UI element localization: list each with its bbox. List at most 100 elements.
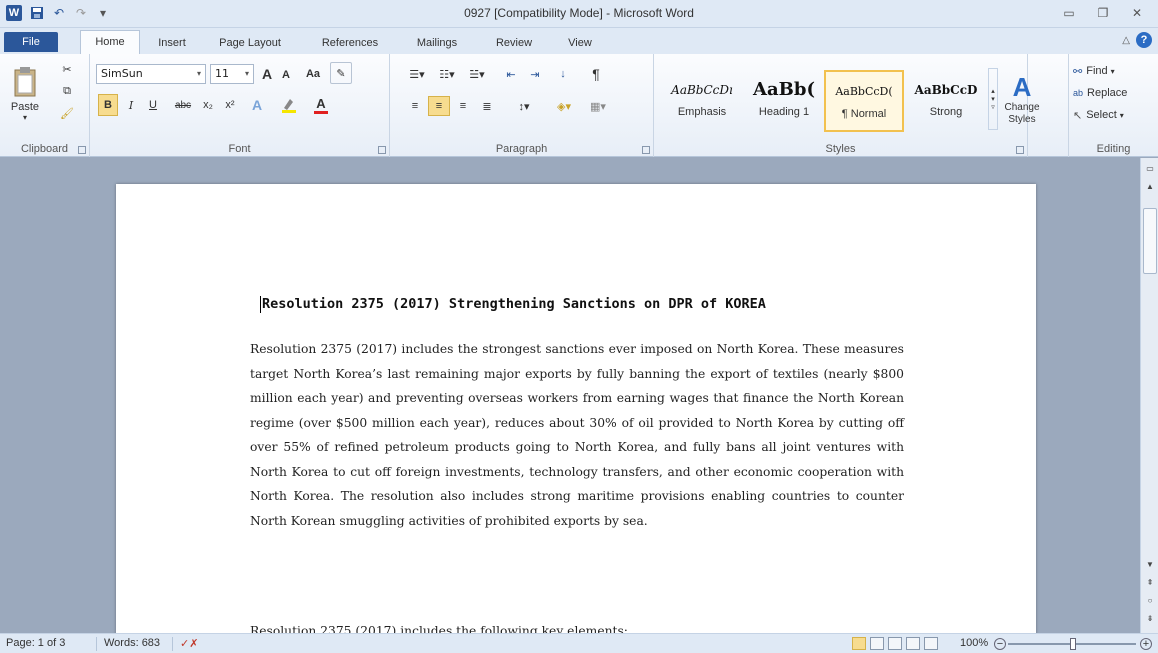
tab-view[interactable]: View (560, 34, 600, 54)
format-painter-icon[interactable]: 🖌 (56, 104, 78, 122)
tab-insert[interactable]: Insert (150, 34, 194, 54)
document-area[interactable]: Resolution 2375 (2017) Strengthening San… (0, 158, 1140, 633)
scroll-thumb[interactable] (1143, 208, 1157, 274)
sort-icon[interactable]: ↓ (552, 64, 574, 84)
zoom-level[interactable]: 100% (960, 637, 988, 649)
print-layout-view-icon[interactable] (852, 637, 866, 650)
zoom-in-button[interactable]: + (1140, 638, 1152, 650)
shrink-font-button[interactable]: A (278, 66, 294, 84)
document-page[interactable]: Resolution 2375 (2017) Strengthening San… (116, 184, 1036, 633)
replace-button[interactable]: ab Replace (1073, 84, 1153, 102)
title-bar: W ↶ ↷ ▾ 0927 [Compatibility Mode] - Micr… (0, 0, 1158, 28)
select-cursor-icon: ↖ (1073, 109, 1083, 122)
word-count[interactable]: Words: 683 (104, 637, 160, 649)
window-title: 0927 [Compatibility Mode] - Microsoft Wo… (464, 6, 694, 20)
tab-review[interactable]: Review (490, 34, 538, 54)
shading-icon[interactable]: ◈▾ (548, 96, 580, 116)
paragraph-group: ☰▾ ☷▾ ☱▾ ⇤ ⇥ ↓ ¶ ≡ ≡ ≡ ≣ ↕▾ ◈▾ ▦▾ Paragr… (390, 54, 654, 157)
help-icon[interactable]: ? (1136, 32, 1152, 48)
zoom-slider-thumb[interactable] (1070, 638, 1076, 650)
web-layout-view-icon[interactable] (888, 637, 902, 650)
replace-icon: ab (1073, 88, 1084, 98)
cut-icon[interactable]: ✂ (56, 60, 78, 78)
borders-icon[interactable]: ▦▾ (584, 96, 612, 116)
editing-group: ⚯ Find ▾ ab Replace ↖ Select ▾ Editing (1068, 54, 1158, 157)
underline-button[interactable]: U (144, 94, 162, 116)
change-styles-icon: A (1012, 72, 1032, 102)
clipboard-group: Paste ▾ ✂ ⧉ 🖌 Clipboard (0, 54, 90, 157)
paste-icon (14, 66, 36, 96)
multilevel-list-icon[interactable]: ☱▾ (464, 64, 490, 84)
styles-scroll-buttons[interactable]: ▴ ▾ ▿ (988, 68, 998, 130)
bold-button[interactable]: B (98, 94, 118, 116)
style-heading-1[interactable]: AaBb( Heading 1 (744, 70, 824, 132)
document-paragraph-2[interactable]: Resolution 2375 (2017) includes the foll… (250, 624, 904, 633)
justify-icon[interactable]: ≣ (476, 96, 498, 116)
paste-button[interactable]: Paste ▾ (6, 64, 44, 124)
binoculars-icon: ⚯ (1073, 65, 1083, 78)
restore-button[interactable]: ❐ (1090, 4, 1116, 22)
clipboard-launcher-icon[interactable] (78, 146, 86, 154)
numbering-icon[interactable]: ☷▾ (434, 64, 460, 84)
align-center-icon[interactable]: ≡ (428, 96, 450, 116)
font-name-combo[interactable]: SimSun ▾ (96, 64, 206, 84)
paragraph-launcher-icon[interactable] (642, 146, 650, 154)
style-normal[interactable]: AaBbCcD( ¶ Normal (824, 70, 904, 132)
clear-formatting-icon[interactable]: ✎ (330, 62, 352, 84)
browse-object-icon[interactable]: ○ (1141, 594, 1158, 608)
ruler-toggle-icon[interactable]: ▭ (1141, 162, 1158, 176)
editing-group-label: Editing (1096, 143, 1131, 155)
font-color-icon[interactable]: A (308, 94, 334, 116)
change-styles-button[interactable]: A Change Styles (1002, 60, 1042, 138)
next-page-icon[interactable]: ⇟ (1141, 612, 1158, 626)
select-button[interactable]: ↖ Select ▾ (1073, 106, 1153, 124)
ribbon-tabs: File Home Insert Page Layout References … (0, 28, 1158, 54)
page-count[interactable]: Page: 1 of 3 (6, 637, 65, 649)
copy-icon[interactable]: ⧉ (56, 82, 78, 100)
ribbon: Paste ▾ ✂ ⧉ 🖌 Clipboard SimSun ▾ 11 ▾ A A … (0, 54, 1158, 157)
tab-home[interactable]: Home (80, 30, 140, 54)
font-launcher-icon[interactable] (378, 146, 386, 154)
show-formatting-button[interactable]: ¶ (586, 64, 606, 84)
align-left-icon[interactable]: ≡ (404, 96, 426, 116)
change-case-button[interactable]: Aa (300, 64, 326, 84)
document-paragraph[interactable]: Resolution 2375 (2017) includes the stro… (250, 337, 904, 533)
full-screen-reading-view-icon[interactable] (870, 637, 884, 650)
vertical-scrollbar[interactable]: ▭ ▲ ▼ ⇞ ○ ⇟ (1140, 158, 1158, 633)
strikethrough-button[interactable]: abc (170, 94, 196, 116)
find-button[interactable]: ⚯ Find ▾ (1073, 62, 1153, 80)
highlight-color-icon[interactable] (276, 94, 302, 116)
close-button[interactable]: ✕ (1124, 4, 1150, 22)
tab-page-layout[interactable]: Page Layout (212, 34, 288, 54)
tab-file[interactable]: File (4, 32, 58, 52)
align-right-icon[interactable]: ≡ (452, 96, 474, 116)
tab-mailings[interactable]: Mailings (408, 34, 466, 54)
minimize-ribbon-icon[interactable]: △ (1122, 35, 1130, 46)
font-size-combo[interactable]: 11 ▾ (210, 64, 254, 84)
italic-button[interactable]: I (122, 94, 140, 116)
text-effects-icon[interactable]: A (246, 94, 268, 116)
grow-font-button[interactable]: A (258, 64, 276, 84)
minimize-button[interactable]: ▭ (1056, 4, 1082, 22)
superscript-button[interactable]: x² (220, 94, 240, 116)
style-strong[interactable]: AaBbCcD Strong (906, 70, 986, 132)
increase-indent-icon[interactable]: ⇥ (524, 64, 546, 84)
style-emphasis[interactable]: AaBbCcDı Emphasis (662, 70, 742, 132)
draft-view-icon[interactable] (924, 637, 938, 650)
tab-references[interactable]: References (312, 34, 388, 54)
font-group-label: Font (228, 143, 251, 155)
outline-view-icon[interactable] (906, 637, 920, 650)
styles-group-label: Styles (825, 143, 856, 155)
line-spacing-icon[interactable]: ↕▾ (510, 96, 538, 116)
decrease-indent-icon[interactable]: ⇤ (500, 64, 522, 84)
zoom-out-button[interactable]: − (994, 638, 1006, 650)
scroll-up-icon[interactable]: ▲ (1141, 180, 1158, 194)
proofing-icon[interactable]: ✓✗ (180, 637, 198, 650)
scroll-down-icon[interactable]: ▼ (1141, 558, 1158, 572)
styles-launcher-icon[interactable] (1016, 146, 1024, 154)
previous-page-icon[interactable]: ⇞ (1141, 576, 1158, 590)
bullets-icon[interactable]: ☰▾ (404, 64, 430, 84)
document-title[interactable]: Resolution 2375 (2017) Strengthening San… (260, 296, 922, 313)
subscript-button[interactable]: x₂ (198, 94, 218, 116)
status-bar: Page: 1 of 3 Words: 683 ✓✗ 100% − + (0, 633, 1158, 653)
